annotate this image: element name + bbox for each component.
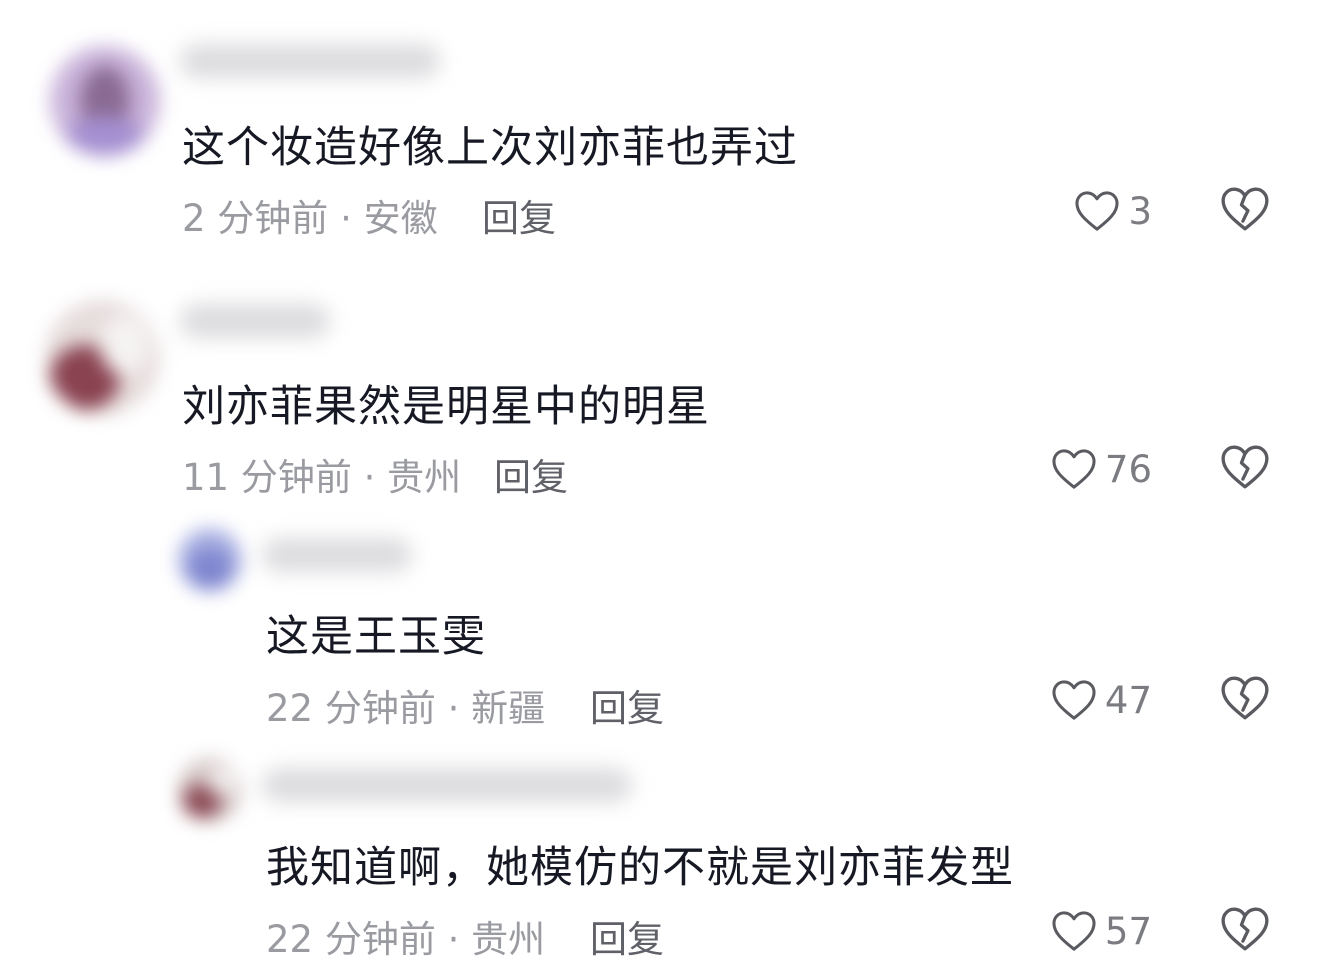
avatar[interactable] [178,528,242,592]
like-button[interactable]: 47 [1022,675,1152,725]
like-count: 3 [1128,189,1152,233]
comment-text: 这个妆造好像上次刘亦菲也弄过 [182,123,798,173]
dislike-button[interactable] [1220,675,1270,723]
username[interactable] [180,44,440,78]
username[interactable] [262,538,412,572]
reply-button[interactable]: 回复 [494,447,568,501]
dislike-button[interactable] [1220,444,1270,492]
like-button[interactable]: 57 [1022,906,1152,956]
comment-time-location: 2 分钟前 · 安徽 [182,197,438,240]
comment-text: 刘亦菲果然是明星中的明星 [182,382,710,432]
heart-outline-icon [1052,911,1096,951]
avatar[interactable] [45,300,160,415]
like-count: 76 [1104,447,1152,491]
reply-button[interactable]: 回复 [590,678,664,732]
like-count: 57 [1104,909,1152,953]
broken-heart-icon [1221,445,1269,489]
like-count: 47 [1104,678,1152,722]
reply-button[interactable]: 回复 [590,909,664,963]
comment-time-location: 22 分钟前 · 贵州 [266,918,546,961]
broken-heart-icon [1221,907,1269,951]
comment-text: 这是王玉雯 [266,612,486,662]
like-button[interactable]: 76 [1022,444,1152,494]
heart-outline-icon [1052,680,1096,720]
avatar[interactable] [178,758,242,822]
comment-time-location: 22 分钟前 · 新疆 [266,687,546,730]
comment-text: 我知道啊，她模仿的不就是刘亦菲发型 [266,843,1014,893]
dislike-button[interactable] [1220,186,1270,234]
comment-time-location: 11 分钟前 · 贵州 [182,456,462,499]
heart-outline-icon [1052,449,1096,489]
broken-heart-icon [1221,187,1269,231]
reply-button[interactable]: 回复 [482,188,556,242]
username[interactable] [262,768,632,802]
comment-list: 这个妆造好像上次刘亦菲也弄过 2 分钟前 · 安徽 回复 3 刘亦菲果然是明星中… [0,0,1320,964]
broken-heart-icon [1221,676,1269,720]
like-button[interactable]: 3 [1022,186,1152,236]
avatar[interactable] [50,46,160,156]
heart-outline-icon [1075,191,1120,231]
dislike-button[interactable] [1220,906,1270,954]
username[interactable] [180,304,330,338]
